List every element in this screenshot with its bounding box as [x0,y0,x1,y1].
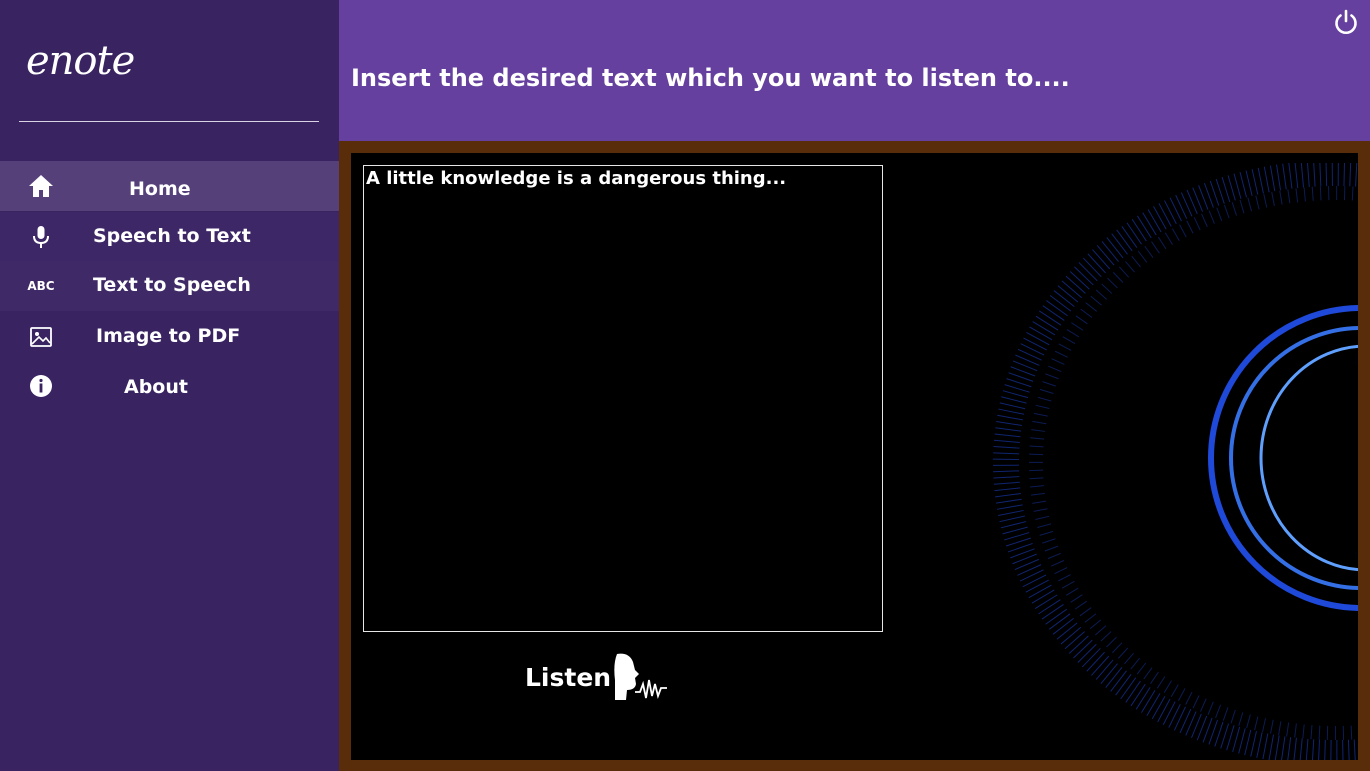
sidebar-item-about[interactable]: About [0,362,339,412]
logo-divider [19,121,319,122]
sidebar-item-label: Speech to Text [93,225,251,247]
blue-orb-image [993,163,1358,760]
sidebar: enote Home Speech to Text ABC Text to Sp… [0,0,339,771]
sidebar-item-text-to-speech[interactable]: ABC Text to Speech [0,261,339,311]
sidebar-item-home[interactable]: Home [0,161,339,211]
power-button[interactable] [1332,8,1360,36]
sidebar-item-image-to-pdf[interactable]: Image to PDF [0,311,339,361]
image-icon [28,324,54,350]
app-logo: enote [26,38,135,84]
page-title: Insert the desired text which you want t… [351,64,1070,92]
sidebar-item-label: Text to Speech [93,274,251,296]
text-input[interactable] [363,165,883,632]
sidebar-item-label: Image to PDF [96,325,241,347]
power-icon [1335,9,1357,34]
content-panel: Listen [351,153,1358,760]
content-frame: Listen [339,141,1370,771]
sidebar-item-speech-to-text[interactable]: Speech to Text [0,212,339,262]
speaking-head-icon [613,652,669,704]
page-header: Insert the desired text which you want t… [339,0,1370,141]
listen-button[interactable]: Listen [523,648,693,708]
sidebar-item-label: Home [129,178,191,200]
home-icon [28,173,54,199]
abc-icon: ABC [27,279,55,293]
info-icon [28,373,54,399]
listen-label: Listen [525,663,612,692]
sidebar-item-label: About [124,376,188,398]
microphone-icon [28,224,54,250]
